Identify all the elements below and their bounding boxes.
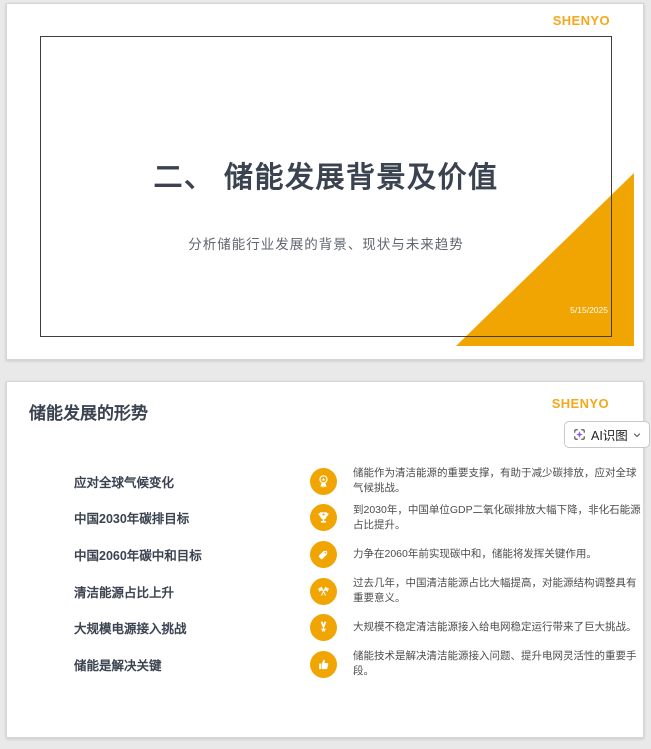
award-ribbon-icon — [309, 467, 337, 495]
medal-icon — [309, 614, 337, 642]
item-description: 力争在2060年前实现碳中和，储能将发挥关键作用。 — [353, 547, 597, 560]
item-description: 过去几年，中国清洁能源占比大幅提高，对能源结构调整具有重要意义。 — [353, 576, 637, 605]
item-heading: 应对全球气候变化 — [74, 475, 175, 490]
item-description: 到2030年，中国单位GDP二氧化碳排放大幅下降，非化石能源占比提升。 — [353, 503, 641, 531]
thumbs-up-icon — [309, 650, 337, 678]
page-title: 储能发展的形势 — [29, 404, 148, 423]
section-subtitle: 分析储能行业发展的背景、现状与未来趋势 — [188, 237, 464, 252]
item-heading: 清洁能源占比上升 — [74, 585, 175, 600]
item-description: 储能技术是解决清洁能源接入问题、提升电网灵活性的重要手段。 — [353, 650, 637, 678]
crossed-flags-icon — [309, 577, 337, 605]
slide-preview-1: SHENYO 二、 储能发展背景及价值 分析储能行业发展的背景、现状与未来趋势 … — [6, 3, 644, 360]
chevron-down-icon — [632, 430, 642, 440]
item-description: 储能作为清洁能源的重要支撑，有助于减少碳排放，应对全球气候挑战。 — [353, 467, 637, 495]
situation-list: 应对全球气候变化 储能作为清洁能源的重要支撑，有助于减少碳排放，应对全球气候挑战… — [74, 463, 643, 683]
ai-recognize-button[interactable]: AI识图 — [564, 421, 650, 448]
item-heading: 大规模电源接入挑战 — [74, 622, 187, 637]
list-item: 清洁能源占比上升 过去几年，中国清洁能源占比大幅提高，对能源结构调整具有重要意义… — [74, 573, 643, 610]
list-item: 中国2030年碳排目标 到2030年，中国单位GDP二氧化碳排放大幅下降，非化石… — [74, 500, 643, 537]
list-item: 储能是解决关键 储能技术是解决清洁能源接入问题、提升电网灵活性的重要手段。 — [74, 646, 643, 683]
brand-logo: SHENYO — [552, 13, 610, 28]
trophy-icon — [309, 504, 337, 532]
list-item: 应对全球气候变化 储能作为清洁能源的重要支撑，有助于减少碳排放，应对全球气候挑战… — [74, 463, 643, 500]
list-item: 大规模电源接入挑战 大规模不稳定清洁能源接入给电网稳定运行带来了巨大挑战。 — [74, 609, 643, 646]
slide-date: 5/15/2025 — [570, 305, 608, 315]
ai-recognize-label: AI识图 — [591, 429, 628, 443]
sparkle-scan-icon — [572, 427, 587, 442]
section-title: 二、 储能发展背景及价值 — [153, 162, 499, 194]
tag-icon — [309, 540, 337, 568]
slide-preview-2: SHENYO 储能发展的形势 AI识图 应对全球气候变化 储能作为清洁能源的重要… — [6, 381, 650, 738]
item-description: 大规模不稳定清洁能源接入给电网稳定运行带来了巨大挑战。 — [353, 621, 637, 634]
item-heading: 中国2060年碳中和目标 — [74, 548, 202, 563]
item-heading: 储能是解决关键 — [74, 658, 162, 673]
item-heading: 中国2030年碳排目标 — [74, 512, 190, 527]
list-item: 中国2060年碳中和目标 力争在2060年前实现碳中和，储能将发挥关键作用。 — [74, 536, 643, 573]
brand-logo: SHENYO — [551, 396, 609, 411]
